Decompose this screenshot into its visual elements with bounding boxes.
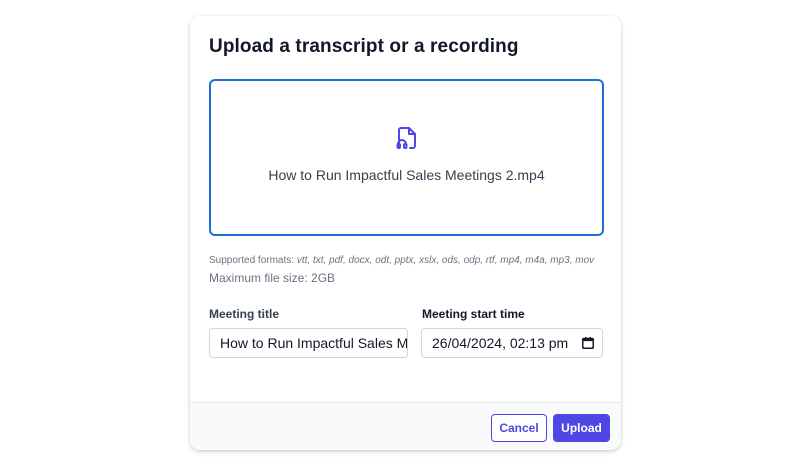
selected-file-name: How to Run Impactful Sales Meetings 2.mp…	[268, 167, 545, 183]
meeting-start-time-value: 26/04/2024, 02:13 pm	[432, 335, 569, 351]
file-audio-icon	[396, 127, 416, 149]
max-file-size: Maximum file size: 2GB	[209, 271, 335, 285]
meeting-title-input[interactable]: How to Run Impactful Sales Meetings 2	[209, 328, 408, 358]
supported-formats-list: vtt, txt, pdf, docx, odt, pptx, xslx, od…	[296, 255, 595, 266]
supported-formats: Supported formats: vtt, txt, pdf, docx, …	[209, 255, 594, 266]
file-dropzone[interactable]: How to Run Impactful Sales Meetings 2.mp…	[209, 79, 604, 236]
upload-button[interactable]: Upload	[553, 414, 610, 442]
cancel-button[interactable]: Cancel	[491, 414, 547, 442]
max-file-size-value: 2GB	[311, 271, 336, 285]
meeting-title-value: How to Run Impactful Sales Meetings 2	[220, 335, 408, 351]
meeting-start-time-input[interactable]: 26/04/2024, 02:13 pm	[421, 328, 603, 358]
upload-dialog: Upload a transcript or a recording How t…	[190, 16, 621, 450]
dialog-title: Upload a transcript or a recording	[209, 36, 519, 57]
meeting-title-label: Meeting title	[209, 307, 280, 321]
supported-formats-label: Supported formats:	[209, 255, 295, 266]
calendar-icon[interactable]	[582, 337, 594, 349]
dialog-footer: Cancel Upload	[190, 402, 621, 450]
meeting-start-time-label: Meeting start time	[422, 307, 525, 321]
max-file-size-label: Maximum file size:	[209, 271, 308, 285]
